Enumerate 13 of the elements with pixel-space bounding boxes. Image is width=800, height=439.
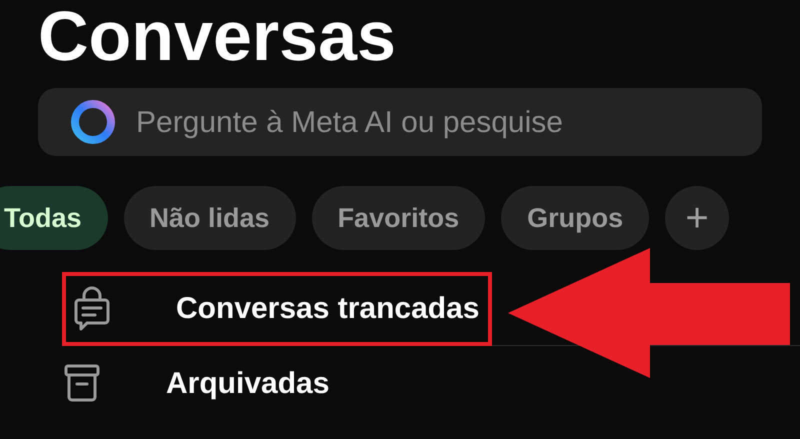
ring-icon [70, 99, 116, 145]
menu-item-label[interactable]: Conversas trancadas [176, 286, 480, 331]
filter-tab[interactable]: Grupos [501, 186, 650, 250]
archive-icon [63, 363, 101, 403]
search-input: Pergunte à Meta AI ou pesquise [136, 100, 730, 144]
filter-tab[interactable]: Favoritos [312, 186, 486, 250]
filter-tab[interactable]: Todas [0, 186, 108, 250]
lock-chat-icon [73, 286, 111, 332]
filter-tab[interactable]: Não lidas [124, 186, 296, 250]
menu-item-label[interactable]: Arquivadas [166, 360, 330, 406]
add-filter-button[interactable]: + [665, 186, 730, 250]
page-title: Conversas [38, 0, 397, 76]
search-field[interactable]: Pergunte à Meta AI ou pesquise [38, 88, 762, 156]
